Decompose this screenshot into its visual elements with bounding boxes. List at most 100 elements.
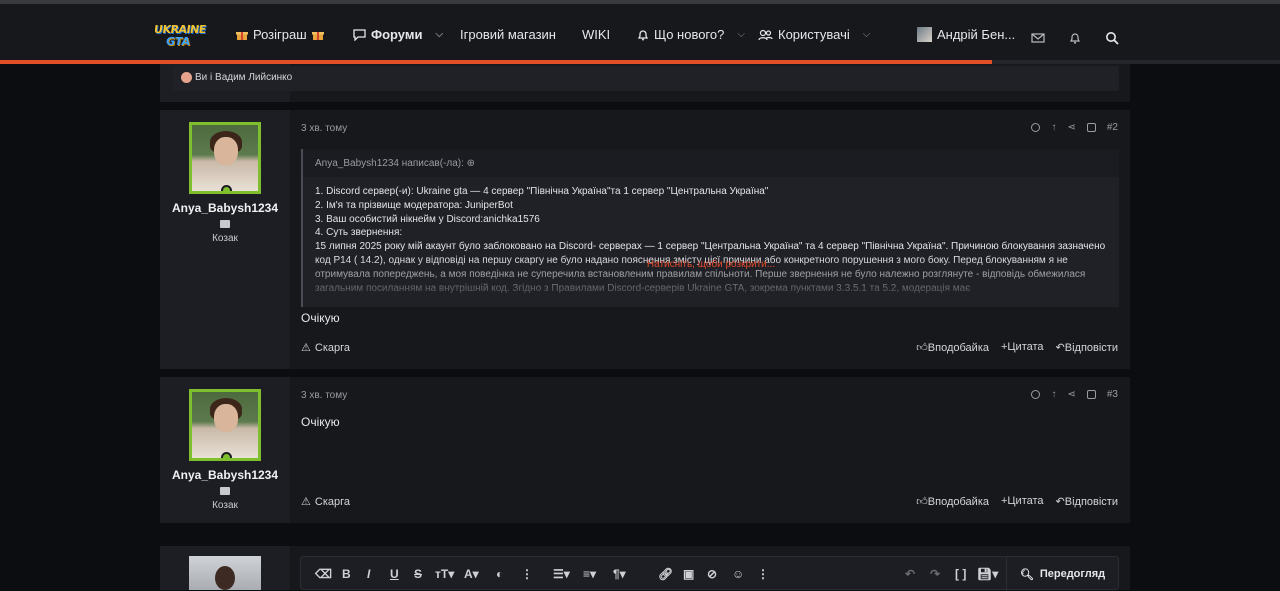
post-controls: ↑ ⋖ #3	[1031, 389, 1118, 400]
nav-whats-new-label: Що нового?	[654, 27, 725, 42]
post-controls: ↑ ⋖ #2	[1031, 122, 1118, 133]
reply-button[interactable]: ↶Відповісти	[1056, 341, 1118, 354]
post-username[interactable]: Anya_Babysh1234	[160, 468, 290, 482]
post-number[interactable]: #2	[1107, 122, 1118, 133]
chevron-down-icon[interactable]: ⌵	[435, 29, 443, 40]
post-time[interactable]: 3 хв. тому	[301, 390, 347, 401]
image-icon[interactable]: ▣	[683, 567, 694, 581]
nav-forums-label: Форуми	[371, 27, 423, 42]
undo-icon[interactable]: ↶	[905, 567, 915, 581]
avatar-face	[214, 404, 238, 432]
bookmark-icon[interactable]	[1086, 123, 1096, 132]
reply-icon: ↶	[1055, 342, 1065, 354]
nav-forums[interactable]: Форуми ⌵	[353, 27, 443, 42]
link-icon[interactable]: 🔗︎	[658, 567, 673, 581]
avatar-face	[214, 137, 238, 165]
nav-giveaway[interactable]: Розіграш	[236, 27, 324, 42]
quote-body: 1. Discord сервер(-и): Ukraine gta — 4 с…	[303, 177, 1119, 307]
post-username[interactable]: Anya_Babysh1234	[160, 201, 290, 215]
report-label: Скарга	[314, 495, 350, 508]
user-menu[interactable]: Андрій Бен...	[917, 27, 1015, 42]
reply-button[interactable]: ↶Відповісти	[1056, 495, 1118, 508]
nav-users[interactable]: Користувачі ⌵	[758, 27, 870, 42]
paragraph-icon[interactable]: ¶▾	[613, 567, 626, 581]
online-status-icon	[221, 452, 232, 458]
more-vertical-icon[interactable]: ⋮	[757, 567, 769, 581]
post-3: Anya_Babysh1234 Козак 3 хв. тому ↑ ⋖ #3 …	[160, 377, 1130, 523]
chevron-down-icon[interactable]: ⌵	[737, 29, 745, 40]
quote-line: 1. Discord сервер(-и): Ukraine gta — 4 с…	[315, 186, 769, 197]
report-button[interactable]: ⚠ Скарга	[301, 495, 350, 509]
hide-icon[interactable]: ⊘	[707, 567, 717, 581]
reactions-text: Ви і Вадим Лийсинко	[195, 72, 293, 83]
user-rank: Козак	[212, 500, 238, 511]
nav-whats-new[interactable]: Що нового? ⌵	[637, 27, 745, 42]
quote-line: 3. Ваш особистий нікнейм у Discord:anich…	[315, 213, 540, 225]
post-message: Очікую	[301, 415, 340, 429]
underline-icon[interactable]: U	[390, 567, 399, 581]
reactions-bar[interactable]: Ви і Вадим Лийсинко	[173, 66, 1119, 91]
preview-icon: 🔍︎	[1019, 568, 1034, 581]
quote-author: Anya_Babysh1234 написав(-ла):	[315, 158, 464, 169]
post-time[interactable]: 3 хв. тому	[301, 123, 347, 134]
gift-icon	[311, 31, 324, 40]
font-color-icon[interactable]: A▾	[464, 567, 479, 581]
arrow-up-circle-icon[interactable]: ⊕	[467, 158, 475, 169]
user-avatar	[917, 27, 932, 42]
search-icon[interactable]	[1105, 31, 1119, 45]
envelope-icon[interactable]	[220, 487, 230, 495]
share-icon[interactable]: ⋖	[1067, 122, 1075, 133]
avatar[interactable]	[189, 389, 261, 461]
save-draft-icon[interactable]: 💾︎▾	[977, 567, 998, 581]
eraser-icon[interactable]: ⌫	[315, 567, 332, 581]
avatar[interactable]	[189, 556, 261, 590]
quote-button[interactable]: +Цитата	[1001, 495, 1044, 508]
avatar[interactable]	[189, 122, 261, 194]
quote-label: Цитата	[1007, 495, 1044, 507]
nav-shop[interactable]: Ігровий магазин	[460, 27, 556, 42]
list-icon[interactable]: ☰▾	[553, 567, 570, 581]
quote-header[interactable]: Anya_Babysh1234 написав(-ла): ⊕	[315, 158, 475, 169]
strikethrough-icon[interactable]: S	[414, 567, 422, 581]
report-label: Скарга	[314, 341, 350, 354]
thumbs-up-icon: 👍︎	[916, 496, 928, 508]
like-button[interactable]: 👍︎Вподобайка	[916, 495, 989, 508]
post-number[interactable]: #3	[1107, 389, 1118, 400]
avatar-face	[215, 566, 235, 590]
bookmark-icon[interactable]	[1086, 390, 1096, 399]
palette-icon[interactable]: ◐	[496, 567, 503, 581]
users-icon	[758, 29, 773, 40]
smile-icon[interactable]: ☺	[732, 567, 744, 581]
quote-expand-link[interactable]: Натисніть, щоби розкрити...	[303, 259, 1119, 270]
vote-down-icon[interactable]	[1031, 123, 1041, 132]
arrow-up-icon[interactable]: ↑	[1051, 122, 1056, 133]
italic-icon[interactable]: I	[367, 567, 370, 581]
bell-icon[interactable]	[1068, 31, 1082, 45]
logo-text-bottom: GTA	[165, 35, 191, 48]
report-button[interactable]: ⚠ Скарга	[301, 341, 350, 355]
align-icon[interactable]: ≡▾	[583, 567, 596, 581]
share-icon[interactable]: ⋖	[1067, 389, 1075, 400]
vote-down-icon[interactable]	[1031, 390, 1041, 399]
chevron-down-icon[interactable]: ⌵	[863, 29, 871, 40]
post-2: Anya_Babysh1234 Козак 3 хв. тому ↑ ⋖ #2 …	[160, 110, 1130, 369]
nav-users-label: Користувачі	[778, 27, 850, 42]
envelope-icon[interactable]	[220, 220, 230, 228]
post-actions: 👍︎Вподобайка +Цитата ↶Відповісти	[916, 495, 1118, 508]
nav-wiki[interactable]: WIKI	[582, 27, 610, 42]
more-vertical-icon[interactable]: ⋮	[521, 567, 533, 581]
font-size-icon[interactable]: тT▾	[435, 567, 454, 581]
preview-button[interactable]: 🔍︎ Передогляд	[1006, 557, 1118, 591]
like-button[interactable]: 👍︎Вподобайка	[916, 341, 989, 354]
online-status-icon	[221, 185, 232, 191]
quote-button[interactable]: +Цитата	[1001, 341, 1044, 354]
like-label: Вподобайка	[927, 342, 989, 354]
envelope-icon[interactable]	[1031, 31, 1045, 45]
warning-icon: ⚠	[301, 496, 311, 508]
bbcode-icon[interactable]: [ ]	[955, 567, 966, 581]
bold-icon[interactable]: B	[342, 567, 351, 581]
arrow-up-icon[interactable]: ↑	[1051, 389, 1056, 400]
redo-icon[interactable]: ↷	[930, 567, 940, 581]
site-logo[interactable]: UKRAINE GTA	[153, 23, 207, 49]
user-name-label: Андрій Бен...	[937, 27, 1016, 42]
